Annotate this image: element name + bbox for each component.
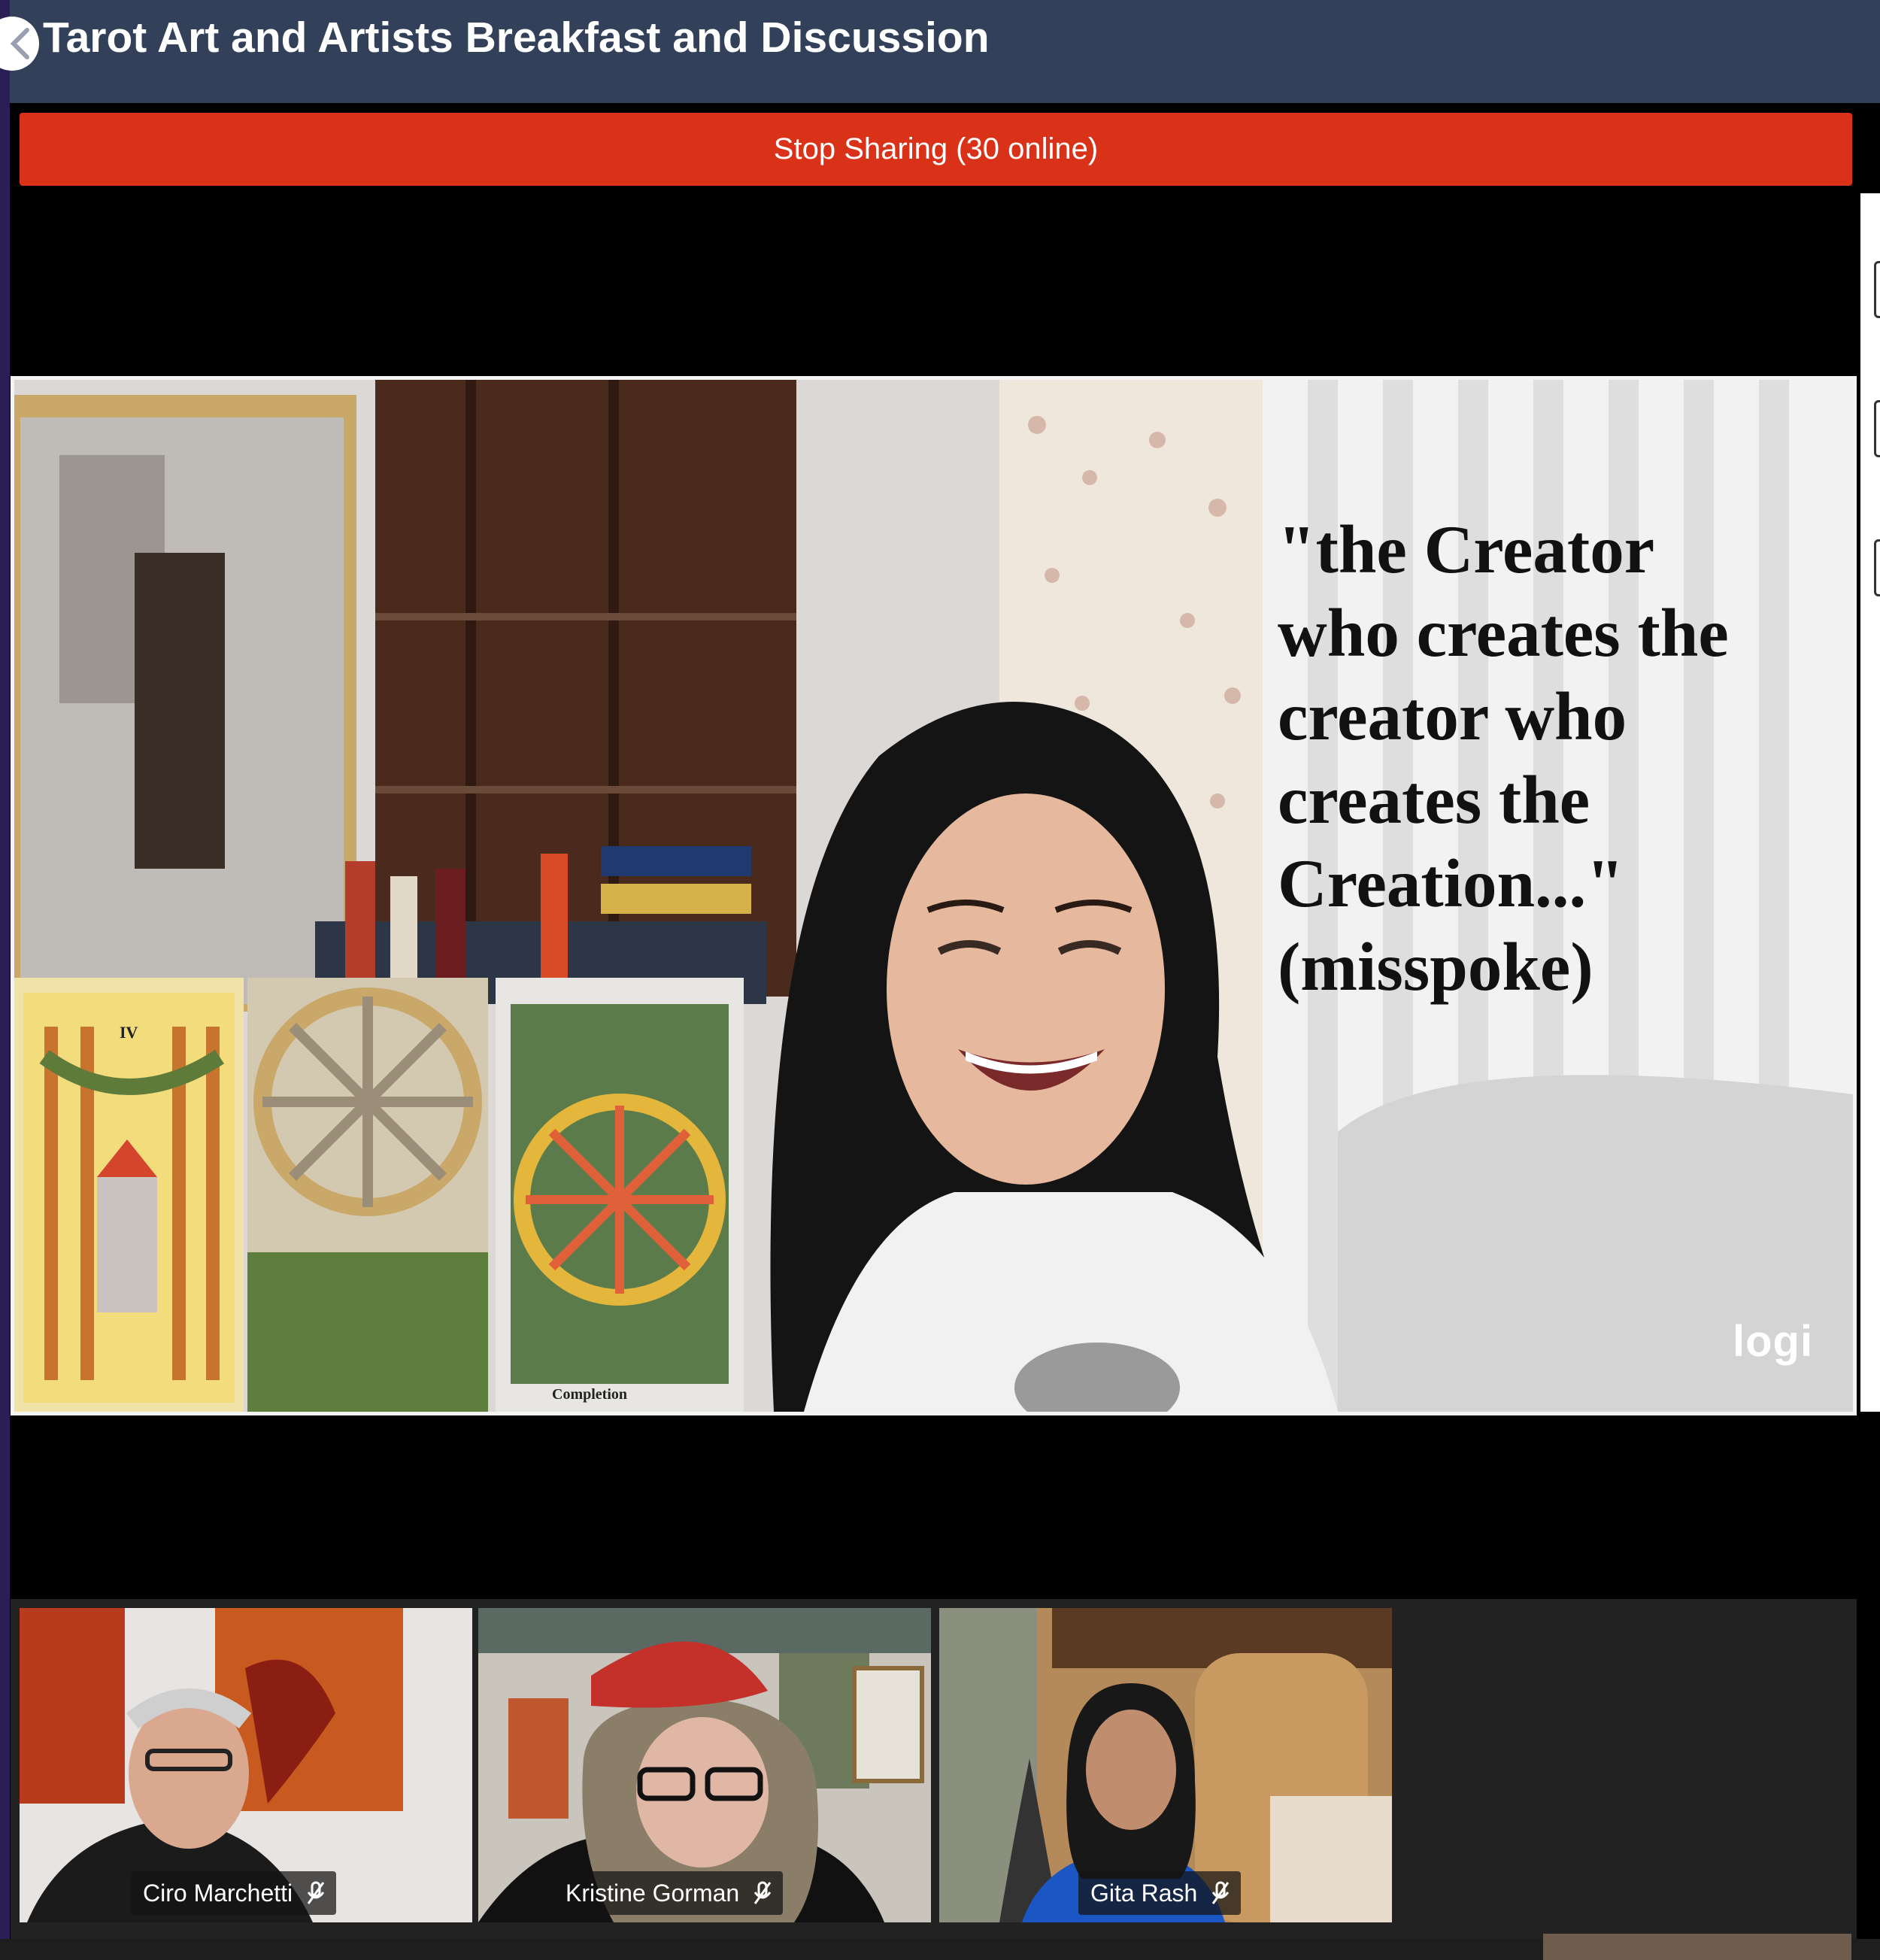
left-edge-strip: [0, 0, 10, 1960]
side-panel-control[interactable]: [1874, 261, 1880, 318]
stop-sharing-button[interactable]: Stop Sharing (30 online): [20, 113, 1852, 186]
participant-name-tag: Kristine Gorman: [553, 1871, 784, 1915]
participant-name-tag: Ciro Marchetti: [131, 1871, 337, 1915]
shared-video: IV Completion "the Creator who creates t…: [11, 376, 1857, 1415]
tarot-card-numeral: IV: [120, 1023, 138, 1042]
side-panel-control[interactable]: [1874, 539, 1880, 596]
camera-watermark: logi: [1733, 1317, 1814, 1366]
participant-tile[interactable]: Gita Rash: [939, 1608, 1392, 1922]
mic-muted-icon: [754, 1881, 772, 1904]
page-title: Tarot Art and Artists Breakfast and Disc…: [43, 14, 990, 62]
right-side-panel: [1860, 193, 1880, 1412]
participant-name: Ciro Marchetti: [143, 1879, 293, 1907]
participant-name: Gita Rash: [1090, 1879, 1198, 1907]
side-panel-control[interactable]: [1874, 400, 1880, 457]
participant-name-tag: Gita Rash: [1078, 1871, 1242, 1915]
chevron-left-icon: [10, 28, 29, 59]
mic-muted-icon: [1212, 1881, 1230, 1904]
quote-overlay-text: "the Creator who creates the creator who…: [1278, 511, 1729, 1005]
self-view-tile[interactable]: [1543, 1934, 1851, 1960]
participant-tile[interactable]: Kristine Gorman: [478, 1608, 931, 1922]
participant-name: Kristine Gorman: [566, 1879, 740, 1907]
mic-muted-icon: [307, 1881, 325, 1904]
participant-tile[interactable]: Ciro Marchetti: [20, 1608, 472, 1922]
tarot-card-caption: Completion: [552, 1386, 627, 1403]
